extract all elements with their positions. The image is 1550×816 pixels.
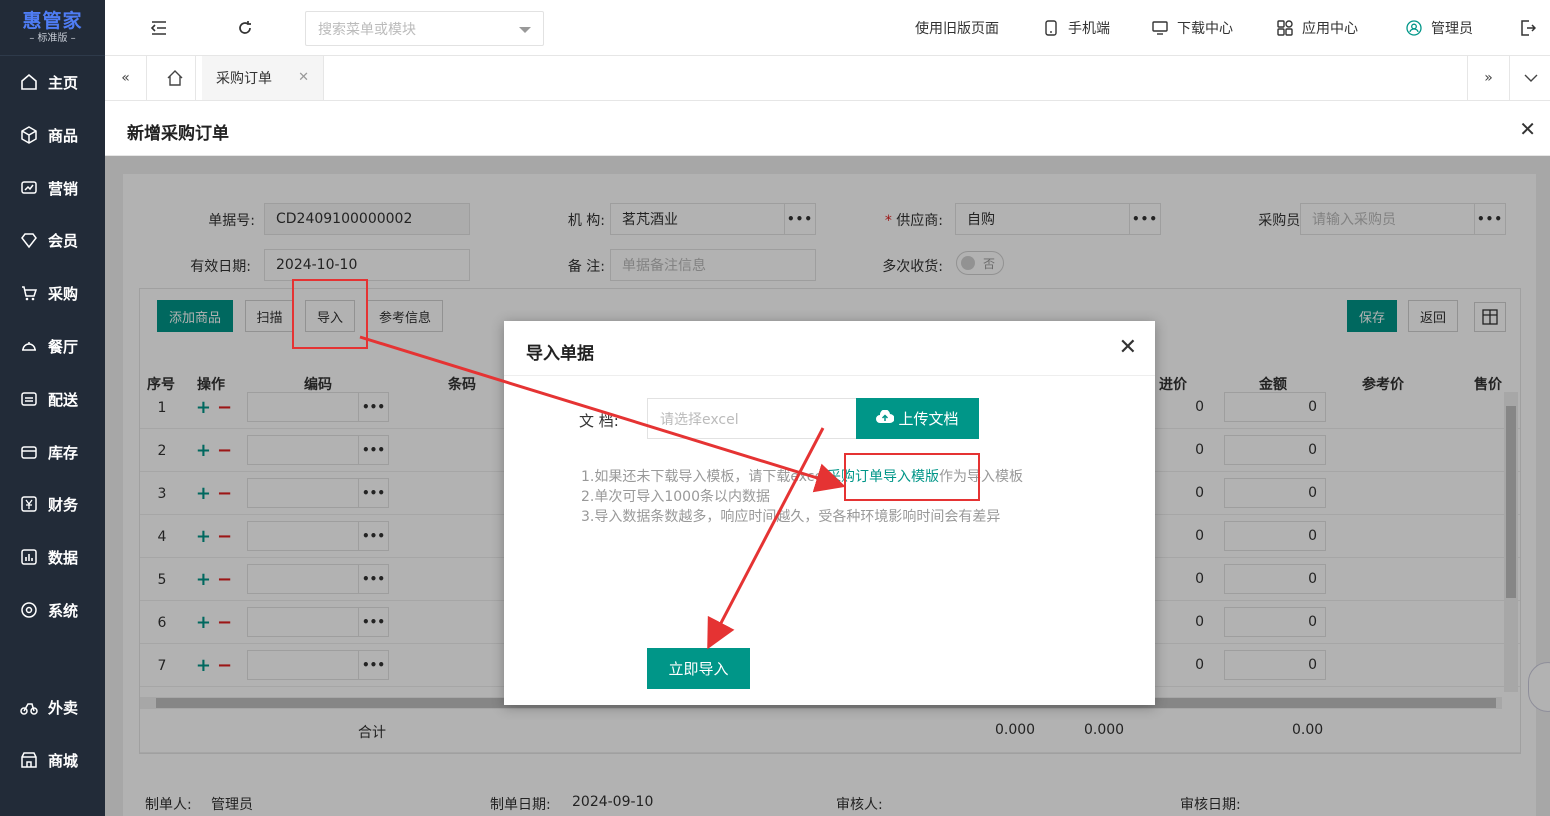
upload-button[interactable]: 上传文档 <box>856 398 979 439</box>
refresh-icon[interactable] <box>235 18 255 38</box>
sidebar-item-label: 营销 <box>48 179 79 198</box>
tip-2: 2.单次可导入1000条以内数据 <box>581 489 770 505</box>
tab-close-icon[interactable]: ✕ <box>298 70 309 85</box>
sidebar-item-label: 餐厅 <box>48 337 79 356</box>
mobile-link[interactable]: 手机端 <box>1042 18 1110 38</box>
sidebar-item-takeout[interactable]: 外卖 <box>0 687 105 727</box>
sidebar-item-marketing[interactable]: 营销 <box>0 168 105 208</box>
sidebar-item-home[interactable]: 主页 <box>0 62 105 102</box>
cart-icon <box>20 284 38 302</box>
close-icon[interactable]: ✕ <box>1519 117 1536 141</box>
box-icon <box>20 126 38 144</box>
truck-icon <box>20 390 38 408</box>
menu-collapse-icon[interactable] <box>149 18 169 38</box>
sidebar-item-data[interactable]: 数据 <box>0 537 105 577</box>
old-version-link[interactable]: 使用旧版页面 <box>915 18 999 38</box>
import-dialog: 导入单据 ✕ 文 档: 请选择excel 上传文档 1.如果还未下载导入模板，请… <box>504 321 1155 705</box>
settings-icon <box>20 601 38 619</box>
page-title: 新增采购订单 <box>127 124 229 144</box>
sidebar-item-label: 商品 <box>48 126 79 145</box>
dish-icon <box>20 337 38 355</box>
phone-icon <box>1042 19 1060 37</box>
sidebar-item-system[interactable]: 系统 <box>0 590 105 630</box>
sidebar-item-inventory[interactable]: 库存 <box>0 432 105 472</box>
tip-1: 1.如果还未下载导入模板，请下载excel采购订单导入模版作为导入模板 <box>581 469 1023 485</box>
home-icon <box>20 73 38 91</box>
import-now-button[interactable]: 立即导入 <box>647 648 750 689</box>
sidebar-item-label: 数据 <box>48 548 79 567</box>
app-center-link[interactable]: 应用中心 <box>1276 18 1358 38</box>
bar-chart-icon <box>20 548 38 566</box>
topbar: 搜索菜单或模块 使用旧版页面 手机端 下载中心 应用中心 管理员 <box>105 0 1550 56</box>
import-tips: 1.如果还未下载导入模板，请下载excel采购订单导入模版作为导入模板 2.单次… <box>581 467 1023 527</box>
sidebar-item-label: 配送 <box>48 390 79 409</box>
page-header: 新增采购订单 ✕ <box>105 101 1550 156</box>
bike-icon <box>20 698 38 716</box>
home-tab-icon[interactable] <box>154 56 196 100</box>
dialog-close-icon[interactable]: ✕ <box>1119 335 1137 360</box>
store-icon <box>20 751 38 769</box>
user-menu[interactable]: 管理员 <box>1405 18 1473 38</box>
file-input[interactable]: 请选择excel <box>647 398 857 439</box>
chart-icon <box>20 179 38 197</box>
sidebar-item-restaurant[interactable]: 餐厅 <box>0 326 105 366</box>
sidebar-item-label: 主页 <box>48 73 79 92</box>
tab-bar: « 采购订单 ✕ » <box>105 56 1550 101</box>
logout-icon[interactable] <box>1518 18 1538 38</box>
tab-scroll-left-icon[interactable]: « <box>105 56 147 100</box>
apps-icon <box>1276 19 1294 37</box>
sidebar-item-label: 采购 <box>48 284 79 303</box>
template-download-link[interactable]: 采购订单导入模版 <box>827 469 939 485</box>
tip-3: 3.导入数据条数越多，响应时间越久，受各种环境影响时间会有差异 <box>581 509 1001 525</box>
tab-purchase-order[interactable]: 采购订单 ✕ <box>202 56 324 100</box>
yuan-icon <box>20 495 38 513</box>
sidebar-item-label: 系统 <box>48 601 79 620</box>
file-label: 文 档: <box>579 412 619 430</box>
tab-dropdown-icon[interactable] <box>1509 56 1550 100</box>
sidebar-item-purchase[interactable]: 采购 <box>0 273 105 313</box>
sidebar-item-mall[interactable]: 商城 <box>0 740 105 780</box>
sidebar-item-label: 财务 <box>48 495 79 514</box>
logo-name: 惠管家 <box>22 9 83 32</box>
sidebar-item-label: 商城 <box>48 751 79 770</box>
dialog-title: 导入单据 <box>526 344 594 364</box>
logo-edition: – 标准版 – <box>29 32 76 44</box>
sidebar: 惠管家 – 标准版 – 主页 商品 营销 会员 采购 餐厅 配送 库存 财务 数… <box>0 0 105 816</box>
sidebar-item-delivery[interactable]: 配送 <box>0 379 105 419</box>
search-input[interactable]: 搜索菜单或模块 <box>305 11 544 46</box>
tab-scroll-right-icon[interactable]: » <box>1467 56 1509 100</box>
inventory-icon <box>20 443 38 461</box>
diamond-icon <box>20 231 38 249</box>
monitor-icon <box>1151 19 1169 37</box>
sidebar-item-finance[interactable]: 财务 <box>0 484 105 524</box>
logo[interactable]: 惠管家 – 标准版 – <box>0 0 105 56</box>
chevron-down-icon <box>519 27 531 33</box>
download-center-link[interactable]: 下载中心 <box>1151 18 1233 38</box>
sidebar-item-goods[interactable]: 商品 <box>0 115 105 155</box>
sidebar-item-label: 外卖 <box>48 698 79 717</box>
dialog-header: 导入单据 ✕ <box>504 321 1155 376</box>
cloud-upload-icon <box>876 408 895 428</box>
sidebar-item-label: 会员 <box>48 231 79 250</box>
sidebar-item-member[interactable]: 会员 <box>0 220 105 260</box>
sidebar-item-label: 库存 <box>48 443 79 462</box>
user-icon <box>1405 19 1423 37</box>
